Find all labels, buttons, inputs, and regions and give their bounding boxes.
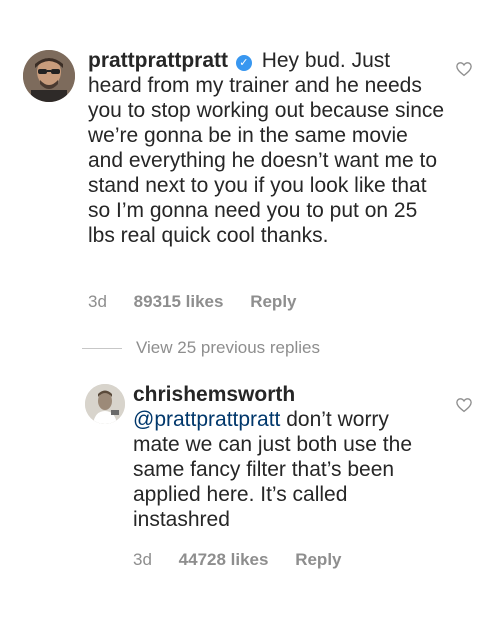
comment-text: Hey bud. Just heard from my trainer and … xyxy=(88,49,445,247)
mention-link[interactable]: @prattprattpratt xyxy=(133,408,280,431)
verified-check-icon: ✓ xyxy=(235,55,252,71)
comment-username[interactable]: chrishemsworth xyxy=(133,383,295,406)
view-replies-label: View 25 previous replies xyxy=(136,338,320,357)
comment-meta: 3d 44728 likes Reply xyxy=(133,550,364,570)
reply-button[interactable]: Reply xyxy=(250,292,296,311)
comment-body: chrishemsworth @prattprattpratt don’t wo… xyxy=(133,382,433,532)
comment-likes[interactable]: 89315 likes xyxy=(134,292,224,311)
comments-panel: prattprattpratt ✓ Hey bud. Just heard fr… xyxy=(0,0,500,623)
avatar[interactable] xyxy=(23,50,75,102)
heart-outline-icon[interactable] xyxy=(455,396,473,414)
comment-time[interactable]: 3d xyxy=(133,550,152,569)
comment-username[interactable]: prattprattpratt xyxy=(88,49,228,72)
avatar[interactable] xyxy=(85,384,125,424)
view-previous-replies-button[interactable]: View 25 previous replies xyxy=(82,338,320,358)
divider-line xyxy=(82,347,122,349)
heart-outline-icon[interactable] xyxy=(455,60,473,78)
reply-button[interactable]: Reply xyxy=(295,550,341,569)
comment-body: prattprattpratt ✓ Hey bud. Just heard fr… xyxy=(88,48,448,248)
comment-likes[interactable]: 44728 likes xyxy=(179,550,269,569)
comment-time[interactable]: 3d xyxy=(88,292,107,311)
comment-meta: 3d 89315 likes Reply xyxy=(88,292,319,312)
